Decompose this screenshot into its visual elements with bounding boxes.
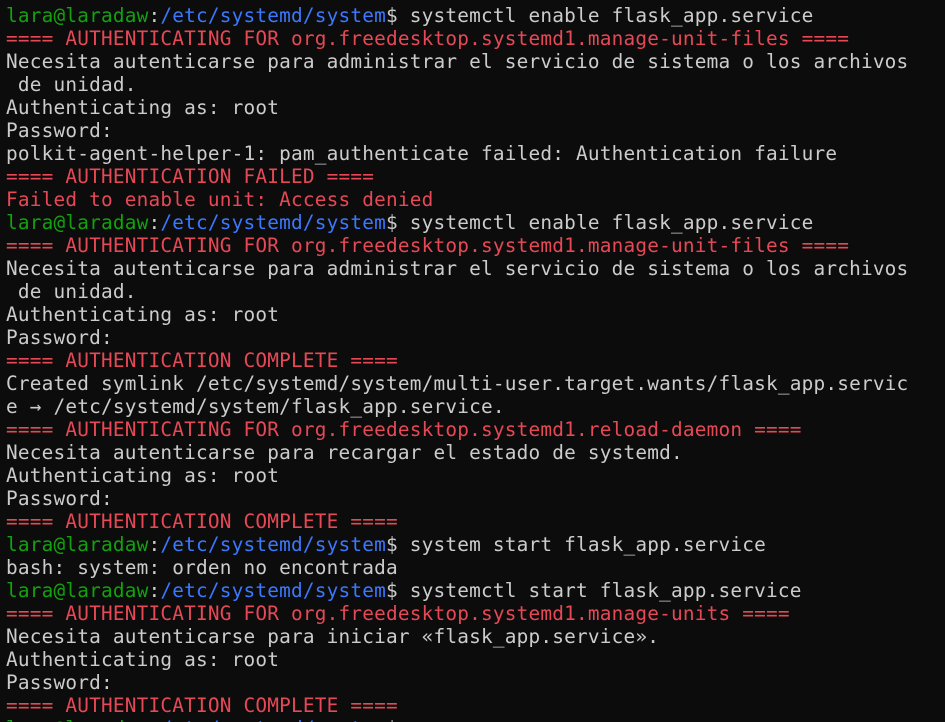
output-text: polkit-agent-helper-1: pam_authenticate … [6,142,838,165]
output-text: Password: [6,119,113,142]
output-text: Necesita autenticarse para iniciar «flas… [6,625,660,648]
prompt-colon: : [149,717,161,722]
output-text: Password: [6,671,113,694]
error-output-line: ==== AUTHENTICATION COMPLETE ==== [6,510,945,533]
terminal-window[interactable]: lara@laradaw:/etc/systemd/system$ system… [0,0,945,722]
prompt-user: lara@laradaw [6,211,149,234]
output-line: Authenticating as: root [6,648,945,671]
status-message: ==== AUTHENTICATING FOR org.freedesktop.… [6,602,790,625]
command-text: systemctl enable flask_app.service [397,211,814,234]
error-output-line: ==== AUTHENTICATING FOR org.freedesktop.… [6,602,945,625]
prompt-path: /etc/systemd/system [160,4,386,27]
prompt-path: /etc/systemd/system [160,533,386,556]
command-text: system start flask_app.service [397,533,766,556]
prompt-symbol: $ [385,4,398,27]
prompt-line: lara@laradaw:/etc/systemd/system$ system… [6,211,945,234]
output-line: Password: [6,119,945,142]
status-message: ==== AUTHENTICATION COMPLETE ==== [6,694,398,717]
output-line: e → /etc/systemd/system/flask_app.servic… [6,395,945,418]
output-text: de unidad. [6,73,137,96]
output-text: Created symlink /etc/systemd/system/mult… [6,372,909,395]
command-text: systemctl start flask_app.service [397,579,802,602]
output-text: Password: [6,487,113,510]
output-line: bash: system: orden no encontrada [6,556,945,579]
status-message: ==== AUTHENTICATION COMPLETE ==== [6,510,398,533]
output-text: Necesita autenticarse para administrar e… [6,257,909,280]
output-text: Necesita autenticarse para recargar el e… [6,441,683,464]
command-text: systemctl enable flask_app.service [397,4,814,27]
prompt-line: lara@laradaw:/etc/systemd/system$ system… [6,579,945,602]
prompt-user: lara@laradaw [6,717,149,722]
output-line: Necesita autenticarse para recargar el e… [6,441,945,464]
prompt-symbol: $ [385,533,398,556]
error-output-line: ==== AUTHENTICATING FOR org.freedesktop.… [6,234,945,257]
status-message: ==== AUTHENTICATING FOR org.freedesktop.… [6,234,850,257]
prompt-symbol: $ [385,579,398,602]
output-line: polkit-agent-helper-1: pam_authenticate … [6,142,945,165]
output-line: Password: [6,326,945,349]
output-text: Authenticating as: root [6,648,280,671]
prompt-path: /etc/systemd/system [160,579,386,602]
output-line: de unidad. [6,73,945,96]
output-line: Password: [6,671,945,694]
output-line: Authenticating as: root [6,464,945,487]
prompt-user: lara@laradaw [6,533,149,556]
prompt-line: lara@laradaw:/etc/systemd/system$ system… [6,533,945,556]
status-message: ==== AUTHENTICATION FAILED ==== [6,165,375,188]
output-text: de unidad. [6,280,137,303]
error-output-line: ==== AUTHENTICATING FOR org.freedesktop.… [6,418,945,441]
prompt-symbol: $ [386,717,398,722]
prompt-user: lara@laradaw [6,4,149,27]
prompt-colon: : [148,533,161,556]
prompt-line: lara@laradaw:/etc/systemd/system$ [6,717,945,722]
output-line: Created symlink /etc/systemd/system/mult… [6,372,945,395]
prompt-path: /etc/systemd/system [160,211,386,234]
error-output-line: Failed to enable unit: Access denied [6,188,945,211]
output-text: Password: [6,326,113,349]
prompt-colon: : [148,4,161,27]
output-text: Necesita autenticarse para administrar e… [6,50,909,73]
output-text: Authenticating as: root [6,303,280,326]
prompt-symbol: $ [385,211,398,234]
output-text: Authenticating as: root [6,464,280,487]
output-text: e → /etc/systemd/system/flask_app.servic… [6,395,505,418]
error-output-line: ==== AUTHENTICATION COMPLETE ==== [6,694,945,717]
status-message: ==== AUTHENTICATION COMPLETE ==== [6,349,398,372]
output-line: Authenticating as: root [6,303,945,326]
prompt-user: lara@laradaw [6,579,149,602]
error-output-line: ==== AUTHENTICATION COMPLETE ==== [6,349,945,372]
prompt-colon: : [148,211,161,234]
output-text: bash: system: orden no encontrada [6,556,398,579]
output-line: de unidad. [6,280,945,303]
output-text: Authenticating as: root [6,96,280,119]
prompt-path: /etc/systemd/system [160,717,386,722]
error-output-line: ==== AUTHENTICATION FAILED ==== [6,165,945,188]
status-message: Failed to enable unit: Access denied [6,188,434,211]
prompt-line: lara@laradaw:/etc/systemd/system$ system… [6,4,945,27]
output-line: Necesita autenticarse para administrar e… [6,50,945,73]
prompt-colon: : [148,579,161,602]
status-message: ==== AUTHENTICATING FOR org.freedesktop.… [6,27,850,50]
error-output-line: ==== AUTHENTICATING FOR org.freedesktop.… [6,27,945,50]
output-line: Authenticating as: root [6,96,945,119]
output-line: Necesita autenticarse para administrar e… [6,257,945,280]
output-line: Necesita autenticarse para iniciar «flas… [6,625,945,648]
output-line: Password: [6,487,945,510]
status-message: ==== AUTHENTICATING FOR org.freedesktop.… [6,418,802,441]
